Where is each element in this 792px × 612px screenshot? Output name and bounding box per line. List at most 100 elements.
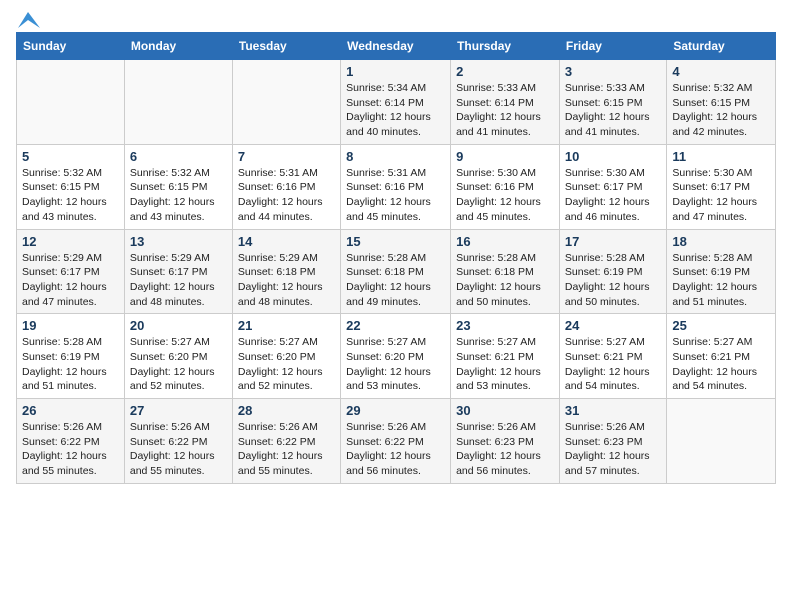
calendar-cell: 4 Sunrise: 5:32 AM Sunset: 6:15 PM Daylig… xyxy=(667,60,776,145)
day-info: Sunrise: 5:27 AM Sunset: 6:21 PM Dayligh… xyxy=(565,335,661,394)
day-number: 30 xyxy=(456,403,554,418)
day-info: Sunrise: 5:32 AM Sunset: 6:15 PM Dayligh… xyxy=(672,81,770,140)
calendar-week-row: 1 Sunrise: 5:34 AM Sunset: 6:14 PM Daylig… xyxy=(17,60,776,145)
day-info: Sunrise: 5:28 AM Sunset: 6:19 PM Dayligh… xyxy=(22,335,119,394)
day-number: 22 xyxy=(346,318,445,333)
day-number: 2 xyxy=(456,64,554,79)
logo-arrow-icon xyxy=(18,12,40,28)
calendar-cell: 5 Sunrise: 5:32 AM Sunset: 6:15 PM Daylig… xyxy=(17,144,125,229)
weekday-header-friday: Friday xyxy=(559,33,666,60)
day-number: 27 xyxy=(130,403,227,418)
weekday-header-wednesday: Wednesday xyxy=(341,33,451,60)
weekday-header-sunday: Sunday xyxy=(17,33,125,60)
calendar-week-row: 19 Sunrise: 5:28 AM Sunset: 6:19 PM Dayli… xyxy=(17,314,776,399)
calendar-cell: 22 Sunrise: 5:27 AM Sunset: 6:20 PM Dayli… xyxy=(341,314,451,399)
day-info: Sunrise: 5:26 AM Sunset: 6:22 PM Dayligh… xyxy=(238,420,335,479)
day-info: Sunrise: 5:29 AM Sunset: 6:17 PM Dayligh… xyxy=(22,251,119,310)
day-info: Sunrise: 5:31 AM Sunset: 6:16 PM Dayligh… xyxy=(346,166,445,225)
day-info: Sunrise: 5:27 AM Sunset: 6:20 PM Dayligh… xyxy=(346,335,445,394)
calendar-cell: 9 Sunrise: 5:30 AM Sunset: 6:16 PM Daylig… xyxy=(451,144,560,229)
day-info: Sunrise: 5:34 AM Sunset: 6:14 PM Dayligh… xyxy=(346,81,445,140)
day-number: 9 xyxy=(456,149,554,164)
calendar-cell: 23Sunrise: 5:27 AM Sunset: 6:21 PM Dayli… xyxy=(451,314,560,399)
day-number: 20 xyxy=(130,318,227,333)
page-header xyxy=(16,16,776,24)
weekday-header-saturday: Saturday xyxy=(667,33,776,60)
calendar-cell: 18 Sunrise: 5:28 AM Sunset: 6:19 PM Dayli… xyxy=(667,229,776,314)
day-number: 12 xyxy=(22,234,119,249)
day-info: Sunrise: 5:26 AM Sunset: 6:23 PM Dayligh… xyxy=(456,420,554,479)
calendar-cell: 24 Sunrise: 5:27 AM Sunset: 6:21 PM Dayli… xyxy=(559,314,666,399)
calendar-cell: 8 Sunrise: 5:31 AM Sunset: 6:16 PM Daylig… xyxy=(341,144,451,229)
day-number: 19 xyxy=(22,318,119,333)
calendar-cell: 29 Sunrise: 5:26 AM Sunset: 6:22 PM Dayli… xyxy=(341,399,451,484)
calendar-cell: 13 Sunrise: 5:29 AM Sunset: 6:17 PM Dayli… xyxy=(124,229,232,314)
weekday-header-monday: Monday xyxy=(124,33,232,60)
calendar-cell: 20 Sunrise: 5:27 AM Sunset: 6:20 PM Dayli… xyxy=(124,314,232,399)
calendar-cell xyxy=(124,60,232,145)
calendar-cell: 30 Sunrise: 5:26 AM Sunset: 6:23 PM Dayli… xyxy=(451,399,560,484)
day-info: Sunrise: 5:29 AM Sunset: 6:17 PM Dayligh… xyxy=(130,251,227,310)
calendar-cell: 17 Sunrise: 5:28 AM Sunset: 6:19 PM Dayli… xyxy=(559,229,666,314)
day-number: 15 xyxy=(346,234,445,249)
day-number: 29 xyxy=(346,403,445,418)
day-info: Sunrise: 5:28 AM Sunset: 6:19 PM Dayligh… xyxy=(565,251,661,310)
calendar-cell: 7 Sunrise: 5:31 AM Sunset: 6:16 PM Daylig… xyxy=(232,144,340,229)
calendar-week-row: 5 Sunrise: 5:32 AM Sunset: 6:15 PM Daylig… xyxy=(17,144,776,229)
day-info: Sunrise: 5:26 AM Sunset: 6:22 PM Dayligh… xyxy=(346,420,445,479)
day-number: 13 xyxy=(130,234,227,249)
day-info: Sunrise: 5:32 AM Sunset: 6:15 PM Dayligh… xyxy=(22,166,119,225)
day-info: Sunrise: 5:32 AM Sunset: 6:15 PM Dayligh… xyxy=(130,166,227,225)
day-number: 17 xyxy=(565,234,661,249)
day-number: 4 xyxy=(672,64,770,79)
day-number: 3 xyxy=(565,64,661,79)
day-info: Sunrise: 5:30 AM Sunset: 6:17 PM Dayligh… xyxy=(565,166,661,225)
logo xyxy=(16,16,40,24)
calendar-cell: 1 Sunrise: 5:34 AM Sunset: 6:14 PM Daylig… xyxy=(341,60,451,145)
calendar-week-row: 26Sunrise: 5:26 AM Sunset: 6:22 PM Dayli… xyxy=(17,399,776,484)
day-number: 16 xyxy=(456,234,554,249)
day-number: 10 xyxy=(565,149,661,164)
calendar-cell: 21 Sunrise: 5:27 AM Sunset: 6:20 PM Dayli… xyxy=(232,314,340,399)
day-info: Sunrise: 5:31 AM Sunset: 6:16 PM Dayligh… xyxy=(238,166,335,225)
day-number: 11 xyxy=(672,149,770,164)
day-info: Sunrise: 5:28 AM Sunset: 6:19 PM Dayligh… xyxy=(672,251,770,310)
day-info: Sunrise: 5:26 AM Sunset: 6:22 PM Dayligh… xyxy=(22,420,119,479)
day-info: Sunrise: 5:26 AM Sunset: 6:23 PM Dayligh… xyxy=(565,420,661,479)
day-number: 6 xyxy=(130,149,227,164)
day-number: 7 xyxy=(238,149,335,164)
day-info: Sunrise: 5:33 AM Sunset: 6:14 PM Dayligh… xyxy=(456,81,554,140)
day-number: 24 xyxy=(565,318,661,333)
day-number: 8 xyxy=(346,149,445,164)
weekday-header-thursday: Thursday xyxy=(451,33,560,60)
day-info: Sunrise: 5:27 AM Sunset: 6:20 PM Dayligh… xyxy=(130,335,227,394)
day-number: 18 xyxy=(672,234,770,249)
calendar-cell: 19 Sunrise: 5:28 AM Sunset: 6:19 PM Dayli… xyxy=(17,314,125,399)
calendar-cell: 12 Sunrise: 5:29 AM Sunset: 6:17 PM Dayli… xyxy=(17,229,125,314)
calendar-cell: 25Sunrise: 5:27 AM Sunset: 6:21 PM Dayli… xyxy=(667,314,776,399)
day-info: Sunrise: 5:26 AM Sunset: 6:22 PM Dayligh… xyxy=(130,420,227,479)
day-info: Sunrise: 5:30 AM Sunset: 6:16 PM Dayligh… xyxy=(456,166,554,225)
day-number: 14 xyxy=(238,234,335,249)
calendar-cell xyxy=(232,60,340,145)
calendar-table: SundayMondayTuesdayWednesdayThursdayFrid… xyxy=(16,32,776,484)
calendar-cell: 2 Sunrise: 5:33 AM Sunset: 6:14 PM Daylig… xyxy=(451,60,560,145)
day-number: 21 xyxy=(238,318,335,333)
calendar-cell: 6 Sunrise: 5:32 AM Sunset: 6:15 PM Daylig… xyxy=(124,144,232,229)
day-number: 23 xyxy=(456,318,554,333)
calendar-week-row: 12 Sunrise: 5:29 AM Sunset: 6:17 PM Dayli… xyxy=(17,229,776,314)
calendar-header-row: SundayMondayTuesdayWednesdayThursdayFrid… xyxy=(17,33,776,60)
day-number: 5 xyxy=(22,149,119,164)
calendar-cell: 14Sunrise: 5:29 AM Sunset: 6:18 PM Dayli… xyxy=(232,229,340,314)
calendar-cell: 31 Sunrise: 5:26 AM Sunset: 6:23 PM Dayli… xyxy=(559,399,666,484)
calendar-cell: 11Sunrise: 5:30 AM Sunset: 6:17 PM Dayli… xyxy=(667,144,776,229)
day-info: Sunrise: 5:28 AM Sunset: 6:18 PM Dayligh… xyxy=(346,251,445,310)
day-number: 31 xyxy=(565,403,661,418)
day-number: 1 xyxy=(346,64,445,79)
day-info: Sunrise: 5:27 AM Sunset: 6:20 PM Dayligh… xyxy=(238,335,335,394)
day-info: Sunrise: 5:28 AM Sunset: 6:18 PM Dayligh… xyxy=(456,251,554,310)
calendar-cell: 16 Sunrise: 5:28 AM Sunset: 6:18 PM Dayli… xyxy=(451,229,560,314)
weekday-header-tuesday: Tuesday xyxy=(232,33,340,60)
calendar-cell: 27 Sunrise: 5:26 AM Sunset: 6:22 PM Dayli… xyxy=(124,399,232,484)
day-info: Sunrise: 5:27 AM Sunset: 6:21 PM Dayligh… xyxy=(672,335,770,394)
